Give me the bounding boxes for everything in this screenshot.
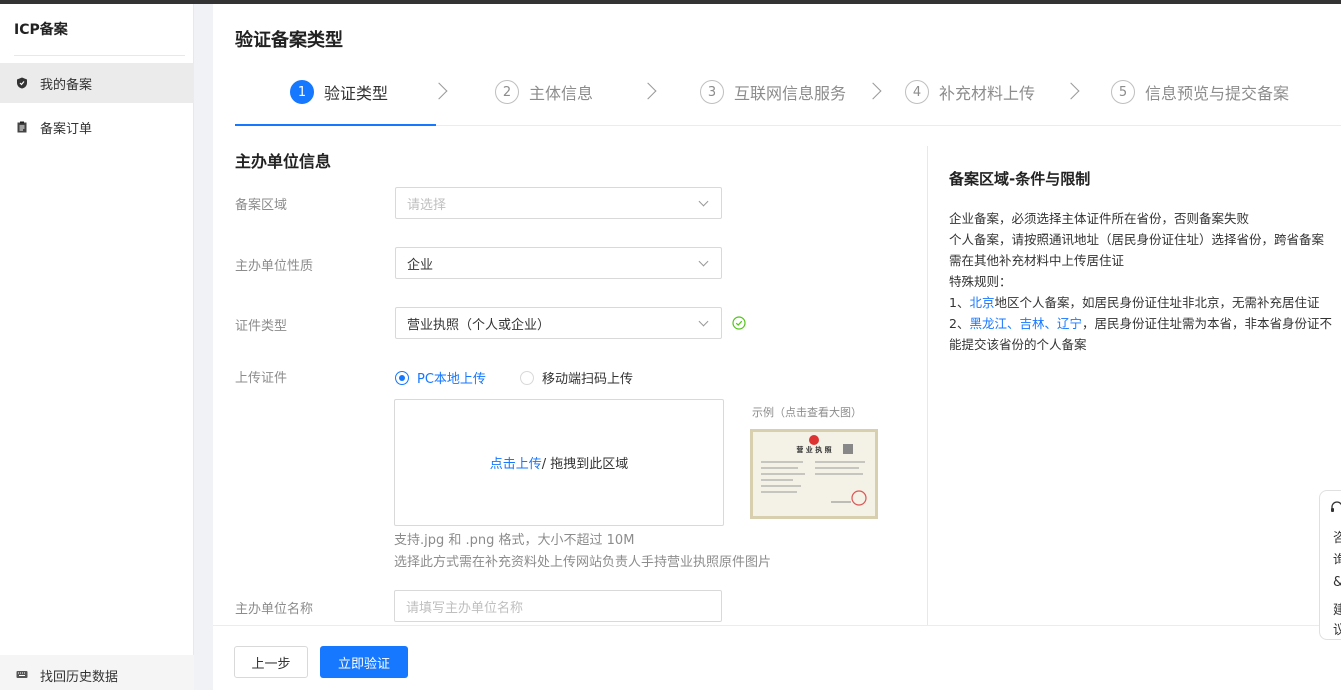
rule-prefix: 1、 [949, 295, 970, 310]
radio-label: 移动端扫码上传 [542, 372, 634, 387]
step-number: 3 [700, 80, 724, 104]
panel-title: 备案区域-条件与限制 [949, 170, 1091, 188]
conditions-panel: 备案区域-条件与限制 企业备案，必须选择主体证件所在省份，否则备案失败 个人备案… [927, 146, 1341, 626]
step-number: 4 [905, 80, 929, 104]
step-number: 5 [1111, 80, 1135, 104]
org-name-input[interactable]: 请填写主办单位名称 [394, 590, 722, 622]
steps-bar: 1 验证类型 2 主体信息 3 互联网信息服务 4 补充材料上传 5 信息预览与… [235, 70, 1341, 126]
rule-region: 黑龙江、吉林、辽宁 [969, 316, 1082, 331]
nature-value: 企业 [407, 257, 434, 273]
sidebar-item-recover-history[interactable]: 找回历史数据 [0, 655, 194, 690]
step-label: 互联网信息服务 [734, 84, 847, 103]
float-tool-char: 建 [1333, 603, 1341, 618]
sidebar: ICP备案 我的备案 备案订单 找回历史数据 [0, 4, 194, 690]
step-3[interactable]: 3 互联网信息服务 [700, 80, 846, 104]
panel-rule-1: 1、北京地区个人备案，如居民身份证住址非北京，无需补充居住证 [949, 292, 1333, 313]
cert-type-select[interactable]: 营业执照（个人或企业） [395, 307, 722, 339]
example-label[interactable]: 示例（点击查看大图） [752, 404, 862, 420]
chevron-right-icon [639, 82, 657, 100]
step-label: 补充材料上传 [939, 84, 1036, 103]
step-label: 验证类型 [324, 84, 389, 103]
step-4[interactable]: 4 补充材料上传 [905, 80, 1035, 104]
panel-line: 个人备案，请按照通讯地址（居民身份证住址）选择省份，跨省备案需在其他补充材料中上… [949, 232, 1325, 268]
sidebar-item-orders[interactable]: 备案订单 [0, 107, 194, 147]
region-select[interactable]: 请选择 [395, 187, 722, 219]
radio-dot [520, 370, 534, 385]
chevron-right-icon [430, 82, 448, 100]
nature-label: 主办单位性质 [235, 259, 314, 274]
step-number: 1 [290, 80, 314, 104]
step-1[interactable]: 1 验证类型 [290, 80, 388, 104]
cert-type-value: 营业执照（个人或企业） [407, 317, 551, 333]
chevron-down-icon [698, 316, 709, 327]
nature-select[interactable]: 企业 [395, 247, 722, 279]
cert-type-label: 证件类型 [235, 319, 288, 334]
region-placeholder: 请选择 [407, 197, 447, 213]
feedback-float-button[interactable]: 咨 询 & 建 议 [1319, 490, 1341, 640]
float-tool-char: 询 [1333, 553, 1341, 568]
section-title: 主办单位信息 [235, 152, 332, 171]
org-name-placeholder: 请填写主办单位名称 [406, 600, 524, 616]
radio-dot [395, 370, 409, 385]
upload-label: 上传证件 [235, 371, 288, 386]
clipboard-icon [16, 121, 28, 133]
rule-text: 地区个人备案，如居民身份证住址非北京，无需补充居住证 [994, 295, 1320, 310]
page-title: 验证备案类型 [235, 30, 343, 51]
panel-rule-2: 2、黑龙江、吉林、辽宁，居民身份证住址需为本省，非本省身份证不能提交该省份的个人… [949, 313, 1333, 355]
panel-line: 企业备案，必须选择主体证件所在省份，否则备案失败 [949, 211, 1250, 226]
float-tool-char: 咨 [1333, 531, 1341, 546]
chevron-right-icon [1062, 82, 1080, 100]
headset-icon [1330, 501, 1341, 515]
org-name-label: 主办单位名称 [235, 602, 314, 617]
chevron-down-icon [698, 196, 709, 207]
chevron-down-icon [698, 256, 709, 267]
float-tool-char: & [1333, 575, 1341, 590]
sidebar-title: ICP备案 [14, 4, 185, 56]
sidebar-item-label: 备案订单 [40, 121, 93, 137]
region-label: 备案区域 [235, 198, 288, 213]
upload-format-hint: 支持.jpg 和 .png 格式，大小不超过 10M [394, 533, 635, 548]
active-step-underline [235, 124, 436, 126]
upload-mobile-radio[interactable]: 移动端扫码上传 [520, 368, 633, 387]
upload-drag-text: / 拖拽到此区域 [541, 457, 629, 472]
step-5[interactable]: 5 信息预览与提交备案 [1111, 80, 1289, 104]
radio-label: PC本地上传 [417, 372, 486, 387]
sidebar-item-my-filings[interactable]: 我的备案 [0, 63, 194, 103]
panel-body: 企业备案，必须选择主体证件所在省份，否则备案失败 个人备案，请按照通讯地址（居民… [949, 208, 1333, 355]
main-content: 验证备案类型 1 验证类型 2 主体信息 3 互联网信息服务 4 补充材料上传 … [213, 4, 1341, 690]
upload-dropzone[interactable]: 点击上传 / 拖拽到此区域 [394, 399, 724, 526]
check-circle-icon [732, 316, 746, 330]
step-label: 主体信息 [529, 84, 594, 103]
sidebar-item-label: 找回历史数据 [40, 669, 119, 685]
chevron-right-icon [864, 82, 882, 100]
step-number: 2 [495, 80, 519, 104]
rule-prefix: 2、 [949, 316, 970, 331]
sidebar-item-label: 我的备案 [40, 77, 93, 93]
float-tool-char: 议 [1333, 623, 1341, 638]
panel-line: 特殊规则： [949, 274, 1012, 289]
step-label: 信息预览与提交备案 [1145, 84, 1290, 103]
rule-region: 北京 [969, 295, 995, 310]
keyboard-icon [16, 669, 28, 681]
verify-button[interactable]: 立即验证 [320, 646, 408, 678]
upload-method-hint: 选择此方式需在补充资料处上传网站负责人手持营业执照原件图片 [394, 555, 772, 570]
upload-local-radio[interactable]: PC本地上传 [395, 368, 486, 387]
step-2[interactable]: 2 主体信息 [495, 80, 593, 104]
license-example-image[interactable]: 营 业 执 照 [750, 429, 878, 519]
license-title: 营 业 执 照 [796, 445, 831, 454]
shield-icon [16, 77, 28, 89]
footer-bar: 上一步 立即验证 [213, 625, 1341, 690]
previous-button[interactable]: 上一步 [234, 646, 308, 678]
upload-link[interactable]: 点击上传 [490, 453, 542, 472]
